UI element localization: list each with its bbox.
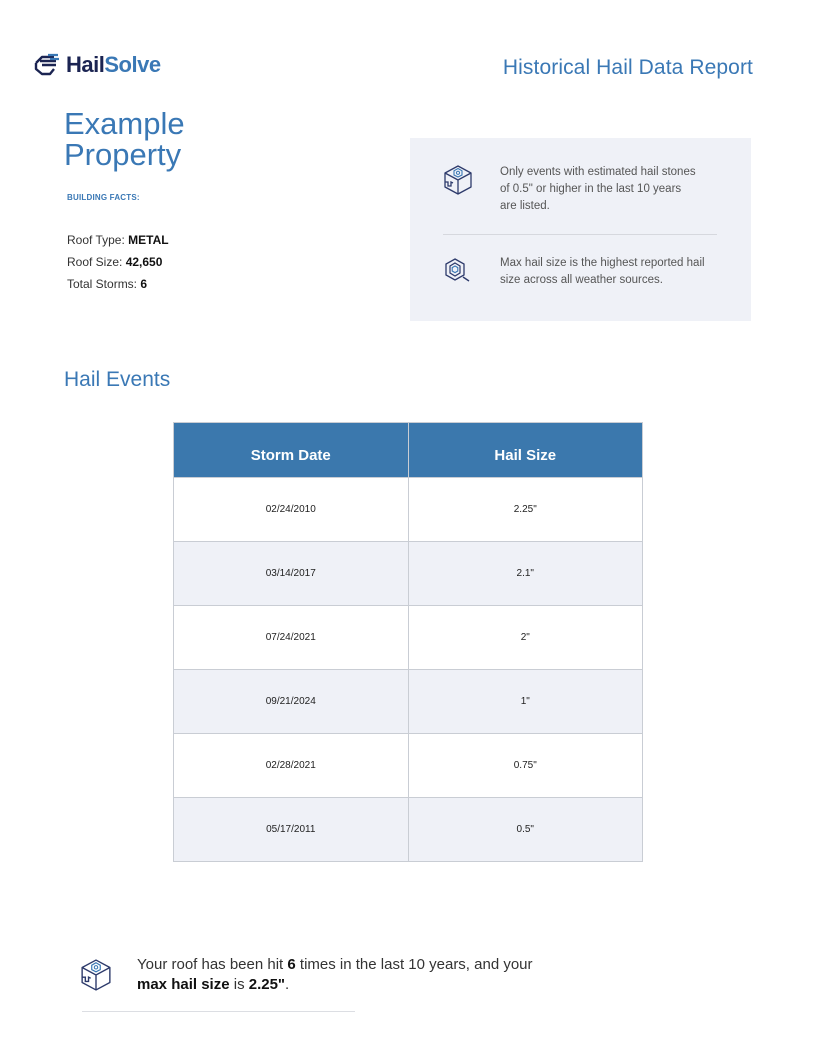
logo-wordmark: HailSolve [66,52,161,78]
fact-label: Roof Size: [67,255,126,269]
summary-text-part: is [229,976,249,993]
info-item-threshold: Only events with estimated hail stones o… [443,164,700,215]
summary-max-label: max hail size [137,976,230,993]
fact-label: Roof Type: [67,233,129,247]
info-text-threshold: Only events with estimated hail stones o… [500,166,696,212]
column-header-hail-size: Hail Size [407,422,643,478]
fact-total-storms: Total Storms: 6 [67,276,169,298]
building-facts: Roof Type: METAL Roof Size: 42,650 Total… [67,232,169,298]
summary-divider [82,1011,355,1012]
info-divider [443,234,717,235]
storm-date-cell: 02/28/2021 [173,733,409,798]
table-row: 07/24/2021 2" [173,605,643,670]
summary: Your roof has been hit 6 times in the la… [80,955,537,995]
hail-size-cell: 1" [407,669,643,734]
hail-size-cell: 0.75" [407,733,643,798]
report-title: Historical Hail Data Report [502,56,753,79]
storm-date-cell: 03/14/2017 [173,541,409,606]
hailsolve-logo: HailSolve [32,52,161,78]
summary-hit-count: 6 [287,956,296,973]
table-row: 05/17/2011 0.5" [173,797,643,862]
table-row: 03/14/2017 2.1" [173,541,643,606]
column-header-storm-date: Storm Date [173,422,409,478]
building-facts-label: BUILDING FACTS: [67,193,140,202]
table-row: 02/24/2010 2.25" [173,477,643,542]
storm-date-cell: 09/21/2024 [173,669,409,734]
logo-text-hail: Hail [66,52,105,77]
fact-value: METAL [128,233,169,247]
fact-value: 42,650 [125,255,163,269]
hail-events-title: Hail Events [64,368,171,391]
fact-value: 6 [140,277,148,291]
summary-text-part: . [285,976,290,993]
hail-size-cell: 2" [407,605,643,670]
hail-size-cell: 2.25" [407,477,643,542]
table-header-row: Storm Date Hail Size [173,422,643,478]
logo-text-solve: Solve [104,52,161,77]
summary-text: Your roof has been hit 6 times in the la… [137,955,537,995]
property-name: Example Property [64,106,185,172]
hail-events-table: Storm Date Hail Size 02/24/2010 2.25" 03/… [173,422,643,862]
roof-cube-icon [81,959,111,991]
table-row: 09/21/2024 1" [173,669,643,734]
hail-size-cell: 0.5" [407,797,643,862]
roof-cube-icon [444,165,472,195]
summary-max-value: 2.25" [248,976,286,993]
fact-label: Total Storms: [67,277,141,291]
info-item-max-size: Max hail size is the highest reported ha… [443,255,725,289]
table-row: 02/28/2021 0.75" [173,733,643,798]
hand-logo-icon [34,53,59,76]
storm-date-cell: 07/24/2021 [173,605,409,670]
summary-text-part: Your roof has been hit [137,956,288,973]
fact-roof-size: Roof Size: 42,650 [67,254,169,276]
storm-date-cell: 05/17/2011 [173,797,409,862]
fact-roof-type: Roof Type: METAL [67,232,169,254]
hail-size-cell: 2.1" [407,541,643,606]
info-text-max-size: Max hail size is the highest reported ha… [500,257,705,286]
summary-text-part: times in the last 10 years, and your [295,956,533,973]
hail-search-icon [445,258,470,282]
info-panel: Only events with estimated hail stones o… [410,138,751,321]
storm-date-cell: 02/24/2010 [173,477,409,542]
